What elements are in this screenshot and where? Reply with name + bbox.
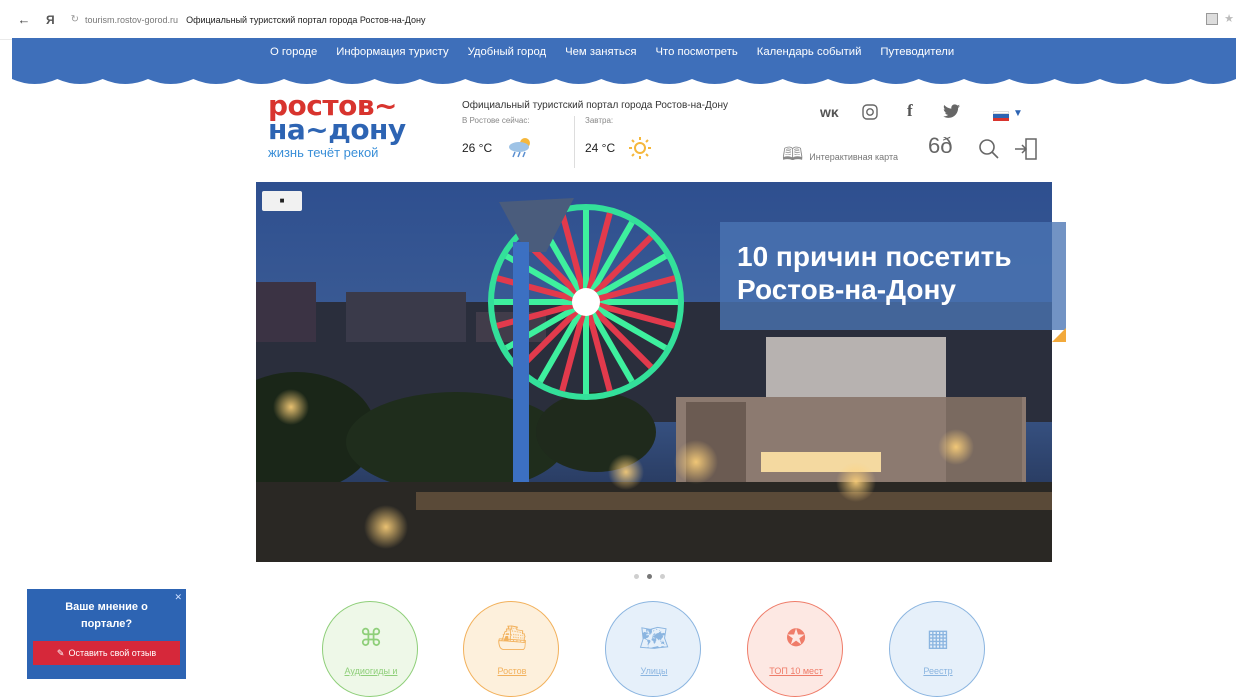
feedback-widget: ✕ Ваше мнение о портале? ✎ Оставить свой… [27,589,186,679]
logo-tagline: жизнь течёт рекой [268,145,379,160]
category-label: Аудиогиды и [344,666,398,676]
back-arrow-icon[interactable]: ← [16,12,32,27]
nav-wave-decoration [12,75,1236,84]
address-domain[interactable]: tourism.rostov-gorod.ru [85,15,178,25]
caption-corner-decoration [1052,328,1066,342]
hero-caption-line2: Ростов-на-Дону [737,274,956,305]
weather-divider [574,116,575,168]
browser-toolbar: ← Я ↻ tourism.rostov-gorod.ru Официальны… [0,0,1236,40]
category-label: Реестр [923,666,953,676]
feedback-pencil-icon: ✎ [56,647,65,658]
sun-icon [629,137,651,159]
feedback-question: Ваше мнение о портале? [27,589,186,633]
bookmark-star-icon[interactable]: ★ [1224,12,1234,25]
video-icon[interactable]: ■ [262,191,302,211]
feedback-question-line1: Ваше мнение о [65,601,148,613]
headphones-route-icon: ⌘ [359,625,383,652]
weather-tomorrow-label: Завтра: [585,116,614,125]
category-label: ТОП 10 мест [769,666,823,676]
nav-item-convenient-city[interactable]: Удобный город [468,46,547,58]
category-registry[interactable]: ▦ Реестр [889,601,985,697]
chevron-down-icon[interactable]: ▼ [1013,108,1023,119]
ship-calendar-icon: ⛴ [496,625,528,652]
nav-item-guides[interactable]: Путеводители [880,46,954,58]
category-audioguides[interactable]: ⌘ Аудиогиды и [322,601,418,697]
feedback-question-line2: портале? [80,618,133,630]
nav-item-events-calendar[interactable]: Календарь событий [757,46,862,58]
slider-dots [634,574,665,579]
portal-title: Официальный туристский портал города Рос… [462,100,728,111]
slider-dot-active[interactable] [647,574,652,579]
star-pin-icon: ✪ [785,625,807,652]
category-streets[interactable]: 🗺 Улицы [605,601,701,697]
accessibility-glasses-icon[interactable]: 6ð [928,133,952,159]
facebook-icon[interactable]: f [907,101,913,121]
search-icon[interactable] [978,138,1000,160]
hero-caption[interactable]: 10 причин посетить Ростов-на-Дону [720,222,1066,330]
login-door-icon[interactable] [1014,138,1038,160]
language-flag-icon[interactable] [993,111,1009,121]
yandex-icon[interactable]: Я [46,13,55,27]
category-label: Улицы [640,666,668,676]
extension-icon[interactable] [1206,13,1218,25]
cloud-rain-icon [509,138,530,158]
weather-tomorrow-temp: 24 °C [585,141,616,155]
slider-dot[interactable] [660,574,665,579]
address-page-title[interactable]: Официальный туристский портал города Рос… [186,15,425,25]
instagram-icon[interactable] [862,104,878,120]
main-nav: О городе Информация туристу Удобный горо… [270,46,973,58]
leave-feedback-label: Оставить свой отзыв [68,648,157,658]
nav-item-about-city[interactable]: О городе [270,46,317,58]
interactive-map-label: Интерактивная карта [809,152,899,162]
category-top10[interactable]: ✪ ТОП 10 мест [747,601,843,697]
nav-item-tourist-info[interactable]: Информация туристу [336,46,448,58]
vk-icon[interactable]: ᴡᴋ [820,104,839,120]
category-label: Ростов [497,666,527,676]
interactive-map-link[interactable]: 🕮 Интерактивная карта [782,142,898,172]
logo-line-na-donu: на~дону [268,113,406,146]
map-book-icon: 🕮 [782,144,804,164]
reload-icon[interactable]: ↻ [71,14,79,25]
close-icon[interactable]: ✕ [174,592,182,603]
nav-item-what-to-see[interactable]: Что посмотреть [656,46,738,58]
leave-feedback-button[interactable]: ✎ Оставить свой отзыв [33,641,180,665]
weather-now-temp: 26 °C [462,141,493,155]
map-pin-icon: 🗺 [638,625,670,652]
site-logo[interactable]: ростов~ на~дону жизнь течёт рекой [268,92,448,173]
category-rostov[interactable]: ⛴ Ростов [463,601,559,697]
weather-now-label: В Ростове сейчас: [462,116,530,125]
registry-icon: ▦ [926,625,950,652]
nav-item-what-to-do[interactable]: Чем заняться [565,46,636,58]
hero-caption-line1: 10 причин посетить [737,241,1012,272]
slider-dot[interactable] [634,574,639,579]
twitter-icon[interactable] [943,104,961,120]
